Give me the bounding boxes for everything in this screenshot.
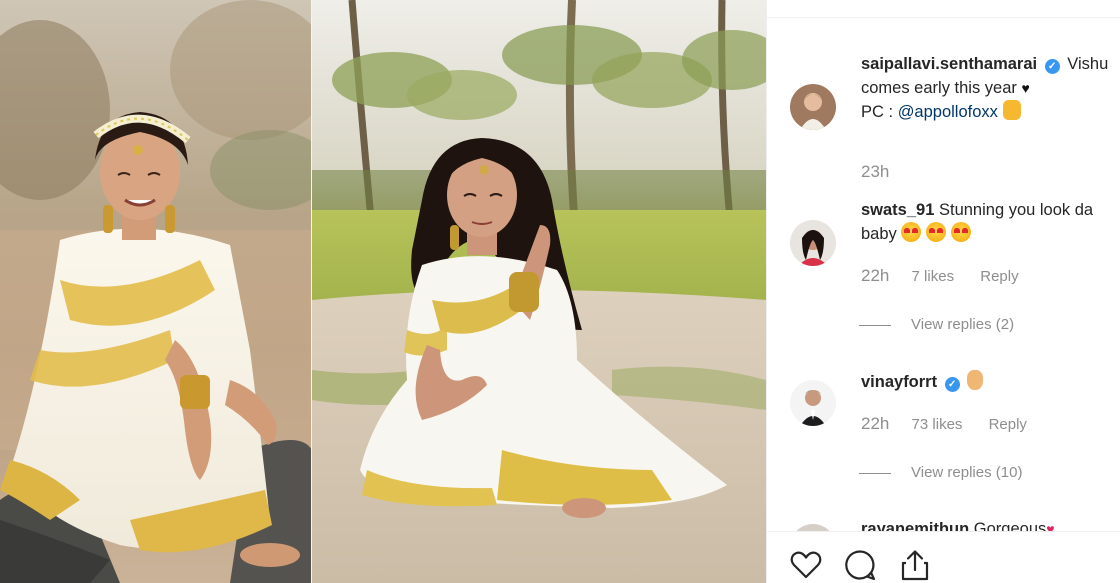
photo-right[interactable]	[312, 0, 766, 583]
replies-line	[859, 324, 891, 326]
view-replies-label: View replies (2)	[911, 316, 1015, 333]
avatar[interactable]	[790, 524, 836, 531]
view-replies-button[interactable]: View replies (2)	[859, 316, 1014, 333]
comment-text-line2: comes early this year	[861, 79, 1017, 97]
photo-left[interactable]	[0, 0, 312, 583]
comment-username[interactable]: swats_91	[861, 201, 934, 219]
action-bar	[767, 531, 1120, 583]
avatar[interactable]	[790, 84, 836, 130]
comment-text: Stunning you look da	[938, 201, 1094, 219]
heart-eyes-emoji-icon	[925, 222, 946, 242]
comment-text: Vishu	[1067, 55, 1109, 73]
mention-link[interactable]: @appollofoxx	[898, 103, 998, 121]
comment-likes[interactable]: 73 likes	[912, 416, 963, 433]
comment-username[interactable]: vinayforrt	[861, 373, 937, 391]
comment-text-line2: baby	[861, 225, 897, 243]
post-media[interactable]	[0, 0, 766, 583]
share-upload-icon[interactable]	[898, 548, 932, 582]
comment-text: Gorgeous	[973, 520, 1047, 531]
comment-timestamp[interactable]: 23h	[861, 162, 889, 181]
heart-eyes-emoji-icon	[950, 222, 971, 242]
replies-line	[859, 472, 891, 474]
comments-list[interactable]: saipallavi.senthamarai ✓ Vishu comes ear…	[767, 18, 1120, 531]
verified-badge-icon: ✓	[944, 377, 960, 392]
speech-bubble-icon[interactable]	[843, 548, 877, 582]
comment-text-line3: PC :	[861, 103, 898, 121]
reply-button[interactable]: Reply	[980, 268, 1018, 285]
heart-outline-icon[interactable]	[789, 548, 823, 582]
comments-panel: saipallavi.senthamarai ✓ Vishu comes ear…	[766, 0, 1120, 583]
verified-badge-icon: ✓	[1044, 59, 1060, 74]
black-heart-icon: ♥	[1021, 80, 1030, 96]
view-replies-button[interactable]: View replies (10)	[859, 464, 1022, 481]
panel-header	[767, 0, 1120, 18]
comment-timestamp[interactable]: 22h	[861, 414, 889, 433]
comment-username[interactable]: rayanemithun	[861, 520, 969, 531]
comment-username[interactable]: saipallavi.senthamarai	[861, 55, 1037, 73]
hand-emoji-icon	[967, 370, 984, 390]
person-emoji-icon	[1002, 100, 1021, 120]
avatar[interactable]	[790, 220, 836, 266]
comment-timestamp[interactable]: 22h	[861, 266, 889, 285]
avatar[interactable]	[790, 380, 836, 426]
red-heart-icon: ♥	[1046, 521, 1055, 531]
reply-button[interactable]: Reply	[989, 416, 1027, 433]
view-replies-label: View replies (10)	[911, 464, 1023, 481]
heart-eyes-emoji-icon	[901, 222, 922, 242]
comment-likes[interactable]: 7 likes	[912, 268, 955, 285]
